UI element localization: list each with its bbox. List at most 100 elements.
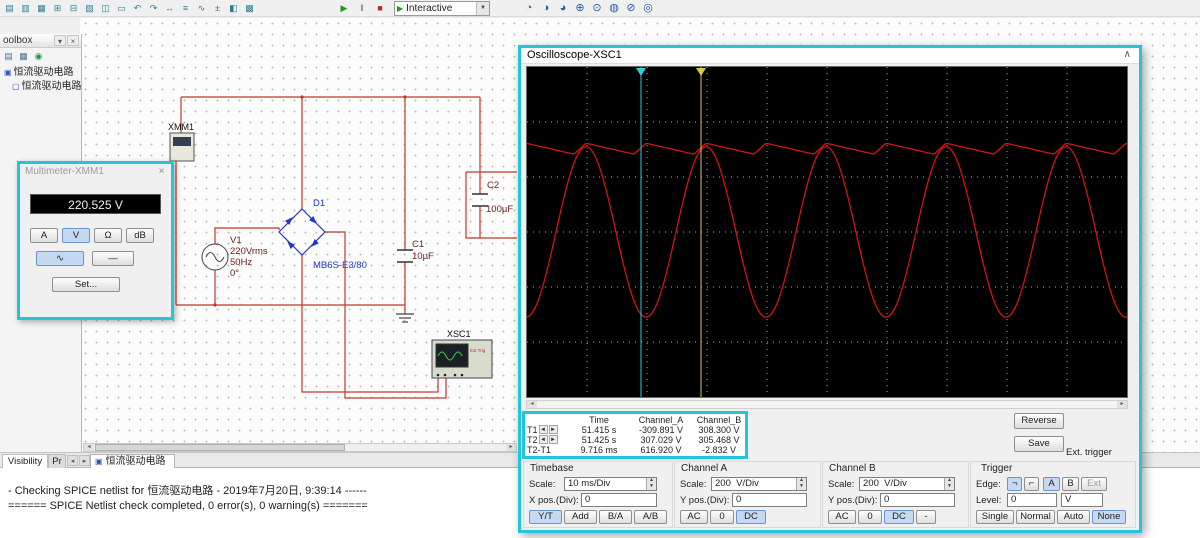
analysis-icon[interactable]: ⊕ xyxy=(573,1,587,15)
channel-b-dc-button[interactable]: DC xyxy=(884,510,914,524)
oscilloscope-title[interactable]: Oscilloscope-XSC1 xyxy=(521,48,1139,64)
toolbar-icon[interactable]: ▦ xyxy=(34,1,49,15)
tab-scroll-right-icon[interactable]: ▸ xyxy=(79,455,90,466)
scroll-right-icon[interactable]: ▸ xyxy=(1117,401,1127,408)
toolbar-icon[interactable]: ▧ xyxy=(82,1,97,15)
toolbar-icon[interactable]: ± xyxy=(210,1,225,15)
toolbox-icon[interactable]: ◉ xyxy=(32,50,45,63)
analysis-icon[interactable]: ⊙ xyxy=(590,1,604,15)
channel-a-dc-button[interactable]: DC xyxy=(736,510,766,524)
scope-scrollbar[interactable]: ◂ ▸ xyxy=(526,400,1128,409)
dc-mode-button[interactable]: — xyxy=(92,251,134,266)
interactive-dropdown[interactable]: ▶ Interactive ▼ xyxy=(394,1,490,16)
toolbar-icon[interactable]: ⊞ xyxy=(50,1,65,15)
ohmmeter-button[interactable]: Ω xyxy=(94,228,122,243)
trigger-b-button[interactable]: B xyxy=(1062,477,1079,491)
rising-edge-button[interactable]: ⌐ xyxy=(1007,477,1022,491)
ac-mode-button[interactable]: ∿ xyxy=(36,251,84,266)
pin-icon[interactable]: ▾ xyxy=(54,35,66,46)
tab-visibility[interactable]: Visibility xyxy=(2,454,48,468)
timebase-scale-label: Scale: xyxy=(529,479,556,490)
analysis-icon[interactable]: ◕ xyxy=(556,1,570,15)
reverse-button[interactable]: Reverse xyxy=(1014,413,1064,429)
tab-project[interactable]: Pr xyxy=(48,454,66,468)
t2-cursor-left-button[interactable]: ◄ xyxy=(538,435,548,444)
normal-button[interactable]: Normal xyxy=(1016,510,1055,524)
timebase-scale-input[interactable]: 10 ms/Div ▲ ▼ xyxy=(564,477,657,491)
channel-b-ypos-input[interactable]: 0 xyxy=(880,493,955,507)
toolbar-icon[interactable]: ▩ xyxy=(242,1,257,15)
add-button[interactable]: Add xyxy=(564,510,597,524)
stop-simulation-button[interactable]: ■ xyxy=(373,1,387,15)
design-icon: ▣ xyxy=(95,457,103,466)
save-button[interactable]: Save xyxy=(1014,436,1064,452)
toolbar-icon[interactable]: ↔ xyxy=(162,1,177,15)
toolbar-icon[interactable]: ↶ xyxy=(130,1,145,15)
analysis-icon[interactable]: ◍ xyxy=(607,1,621,15)
toolbox-icon[interactable]: ▤ xyxy=(2,50,15,63)
channel-b-ac-button[interactable]: AC xyxy=(828,510,856,524)
toolbar-icon[interactable]: ▭ xyxy=(114,1,129,15)
chevron-down-icon[interactable]: ▼ xyxy=(476,2,489,15)
channel-b-scale-input[interactable]: 200 V/Div ▲ ▼ xyxy=(859,477,955,491)
spinner-icon[interactable]: ▲ ▼ xyxy=(796,478,806,490)
ammeter-button[interactable]: A xyxy=(30,228,58,243)
toolbar-icon[interactable]: ◧ xyxy=(226,1,241,15)
run-simulation-button[interactable]: ▶ xyxy=(337,1,351,15)
tree-item-design-root[interactable]: ▣ 恒流驱动电路 xyxy=(4,66,80,79)
trigger-ext-button[interactable]: Ext xyxy=(1081,477,1107,491)
toolbar-icon[interactable]: ≡ xyxy=(178,1,193,15)
scope-display[interactable] xyxy=(526,66,1128,398)
trigger-level-unit-select[interactable]: V xyxy=(1061,493,1103,507)
single-button[interactable]: Single xyxy=(976,510,1014,524)
channel-b-minus-button[interactable]: - xyxy=(916,510,936,524)
scroll-left-icon[interactable]: ◂ xyxy=(84,444,94,451)
analysis-icon[interactable]: ◎ xyxy=(641,1,655,15)
toolbar-icon[interactable]: ∿ xyxy=(194,1,209,15)
toolbar-icon[interactable]: ↷ xyxy=(146,1,161,15)
toolbar-icon[interactable]: ▥ xyxy=(18,1,33,15)
channel-a-ypos-input[interactable]: 0 xyxy=(732,493,807,507)
scrollbar-thumb[interactable] xyxy=(95,444,345,451)
voltmeter-button[interactable]: V xyxy=(62,228,90,243)
trigger-level-input[interactable]: 0 xyxy=(1007,493,1057,507)
design-tab[interactable]: ▣ 恒流驱动电路 xyxy=(90,454,175,468)
tree-item-design-sheet[interactable]: ▢ 恒流驱动电路 xyxy=(12,80,88,93)
trigger-a-button[interactable]: A xyxy=(1043,477,1060,491)
channel-b-zero-button[interactable]: 0 xyxy=(858,510,882,524)
none-button[interactable]: None xyxy=(1092,510,1126,524)
timebase-xpos-input[interactable]: 0 xyxy=(581,493,657,507)
close-icon[interactable]: × xyxy=(155,165,168,178)
scope-display-svg[interactable] xyxy=(526,67,1128,397)
canvas-horizontal-scrollbar[interactable]: ◂ ▸ xyxy=(83,443,517,452)
pause-simulation-button[interactable]: ‖ xyxy=(355,1,369,15)
db-button[interactable]: dB xyxy=(126,228,154,243)
ba-button[interactable]: B/A xyxy=(599,510,632,524)
t1-cursor-right-button[interactable]: ► xyxy=(548,425,558,434)
toolbar-icon[interactable]: ◫ xyxy=(98,1,113,15)
analysis-icon[interactable]: ◑ xyxy=(539,1,553,15)
scroll-right-icon[interactable]: ▸ xyxy=(506,444,516,451)
channel-a-zero-button[interactable]: 0 xyxy=(710,510,734,524)
toolbox-toolbar: ▤ ▦ ◉ xyxy=(2,50,45,65)
ab-button[interactable]: A/B xyxy=(634,510,667,524)
auto-button[interactable]: Auto xyxy=(1057,510,1090,524)
set-button[interactable]: Set... xyxy=(52,277,120,292)
falling-edge-button[interactable]: ⌐ xyxy=(1024,477,1039,491)
collapse-icon[interactable]: ∧ xyxy=(1124,49,1131,60)
analysis-icon[interactable]: ⊘ xyxy=(624,1,638,15)
t2-cursor-right-button[interactable]: ► xyxy=(548,435,558,444)
channel-a-scale-input[interactable]: 200 V/Div ▲ ▼ xyxy=(711,477,807,491)
close-icon[interactable]: × xyxy=(67,35,79,46)
spinner-icon[interactable]: ▲ ▼ xyxy=(944,478,954,490)
tab-scroll-left-icon[interactable]: ◂ xyxy=(67,455,78,466)
toolbar-icon[interactable]: ⊟ xyxy=(66,1,81,15)
toolbox-icon[interactable]: ▦ xyxy=(17,50,30,63)
scroll-left-icon[interactable]: ◂ xyxy=(527,401,537,408)
yt-button[interactable]: Y/T xyxy=(529,510,562,524)
toolbar-icon[interactable]: ▤ xyxy=(2,1,17,15)
channel-a-ac-button[interactable]: AC xyxy=(680,510,708,524)
t1-cursor-left-button[interactable]: ◄ xyxy=(538,425,548,434)
spinner-icon[interactable]: ▲ ▼ xyxy=(646,478,656,490)
analysis-icon[interactable]: ◔ xyxy=(522,1,536,15)
